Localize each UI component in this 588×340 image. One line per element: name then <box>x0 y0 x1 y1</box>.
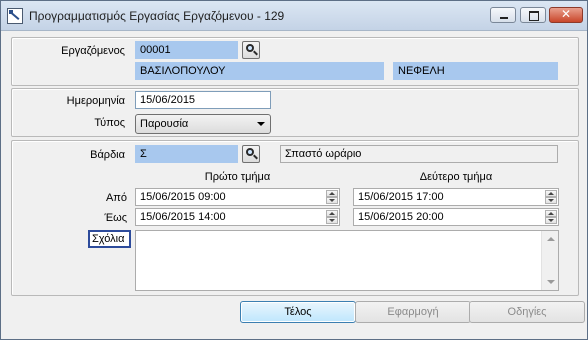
notes-label: Σχόλια <box>88 230 131 248</box>
date-label: Ημερομηνία <box>66 95 125 107</box>
shift-code-field[interactable]: Σ <box>135 145 238 163</box>
app-icon <box>7 8 23 24</box>
employee-label: Εργαζόμενος <box>61 45 125 57</box>
employee-lookup-button[interactable] <box>242 41 260 59</box>
first-from-field[interactable]: 15/06/2015 09:00 <box>135 188 340 206</box>
first-to-value: 15/06/2015 14:00 <box>140 211 226 223</box>
date-field[interactable]: 15/06/2015 <box>135 91 271 109</box>
second-to-field[interactable]: 15/06/2015 20:00 <box>353 208 559 226</box>
type-label: Τύπος <box>94 117 125 129</box>
first-part-header: Πρώτο τμήμα <box>204 171 271 183</box>
help-button[interactable]: Οδηγίες <box>469 301 585 323</box>
scroll-down-icon[interactable] <box>547 280 555 284</box>
ok-button[interactable]: Τέλος <box>240 301 356 323</box>
title-bar[interactable]: Προγραμματισμός Εργασίας Εργαζόμενου - 1… <box>1 1 587 31</box>
dialog-window: Προγραμματισμός Εργασίας Εργαζόμενου - 1… <box>0 0 588 340</box>
second-part-header: Δεύτερο τμήμα <box>419 171 493 183</box>
spin-down-icon[interactable] <box>545 197 557 204</box>
second-to-value: 15/06/2015 20:00 <box>358 211 444 223</box>
shift-description-field: Σπαστό ωράριο <box>280 145 558 163</box>
notes-textarea[interactable] <box>135 230 559 291</box>
employee-code-field[interactable]: 00001 <box>135 41 238 59</box>
minimize-button[interactable] <box>490 7 516 23</box>
first-from-value: 15/06/2015 09:00 <box>140 191 226 203</box>
second-from-field[interactable]: 15/06/2015 17:00 <box>353 188 559 206</box>
employee-name-field: ΝΕΦΕΛΗ <box>393 62 558 80</box>
spin-up-icon[interactable] <box>326 210 338 217</box>
spin-up-icon[interactable] <box>545 190 557 197</box>
first-from-spinner[interactable] <box>325 189 339 205</box>
type-select[interactable]: Παρουσία <box>135 114 271 134</box>
type-select-value: Παρουσία <box>140 118 189 130</box>
scroll-up-icon[interactable] <box>547 237 555 241</box>
employee-surname-field: ΒΑΣΙΛΟΠΟΥΛΟΥ <box>135 62 384 80</box>
maximize-button[interactable] <box>520 7 546 23</box>
second-to-spinner[interactable] <box>544 209 558 225</box>
spin-up-icon[interactable] <box>326 190 338 197</box>
spin-down-icon[interactable] <box>326 197 338 204</box>
second-from-spinner[interactable] <box>544 189 558 205</box>
to-label: Έως <box>104 212 127 224</box>
from-label: Από <box>105 192 127 204</box>
shift-label: Βάρδια <box>90 149 125 161</box>
spin-down-icon[interactable] <box>545 217 557 224</box>
second-from-value: 15/06/2015 17:00 <box>358 191 444 203</box>
window-title: Προγραμματισμός Εργασίας Εργαζόμενου - 1… <box>29 9 285 23</box>
spin-down-icon[interactable] <box>326 217 338 224</box>
spin-up-icon[interactable] <box>545 210 557 217</box>
apply-button[interactable]: Εφαρμογή <box>355 301 471 323</box>
first-to-field[interactable]: 15/06/2015 14:00 <box>135 208 340 226</box>
close-icon: ✕ <box>560 7 572 21</box>
chevron-down-icon <box>257 122 265 126</box>
shift-lookup-button[interactable] <box>242 145 260 163</box>
notes-scrollbar[interactable] <box>541 231 558 290</box>
first-to-spinner[interactable] <box>325 209 339 225</box>
close-button[interactable]: ✕ <box>549 7 583 23</box>
